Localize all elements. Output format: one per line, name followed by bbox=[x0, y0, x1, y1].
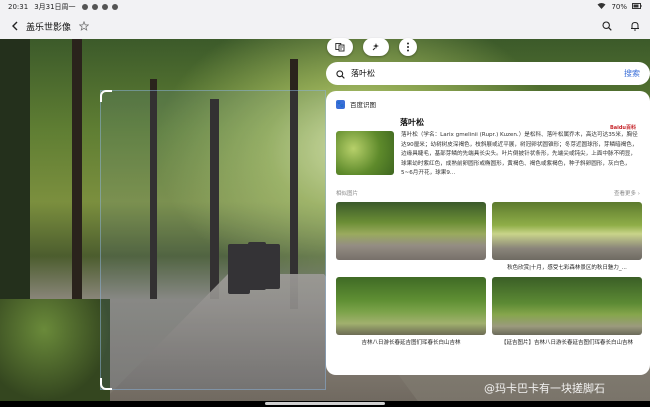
text-extract-icon[interactable] bbox=[327, 38, 353, 56]
similar-image[interactable] bbox=[492, 276, 642, 335]
search-button[interactable]: 搜索 bbox=[624, 68, 640, 79]
similar-image-item[interactable]: 吉林八日游长春延吉图们珲春长白山吉林 bbox=[336, 276, 486, 348]
battery-percent: 70% bbox=[611, 2, 627, 11]
battery-icon bbox=[632, 2, 642, 11]
search-bar[interactable]: 落叶松 搜索 bbox=[326, 62, 650, 85]
more-vert-icon[interactable] bbox=[399, 38, 417, 56]
star-icon[interactable] bbox=[77, 19, 91, 33]
similar-image-item[interactable]: 【延吉图片】吉林八日游长春延吉图们珲春长白山吉林 bbox=[492, 276, 642, 348]
status-bar: 20:31 3月31日周一 70% bbox=[0, 0, 650, 13]
selection-handle-top-left[interactable] bbox=[100, 90, 112, 102]
source-header: 🐾 百度识图 bbox=[336, 99, 640, 109]
search-icon bbox=[336, 64, 345, 83]
notification-icon bbox=[91, 3, 98, 10]
home-indicator[interactable] bbox=[265, 402, 385, 405]
back-icon[interactable] bbox=[8, 19, 22, 33]
watermark-community: 盖乐世社区 bbox=[560, 359, 626, 374]
selection-handle-bottom-left[interactable] bbox=[100, 378, 112, 390]
entry-title[interactable]: 落叶松 bbox=[400, 117, 640, 128]
floating-toolbar bbox=[327, 38, 417, 56]
similar-image-caption: 吉林八日游长春延吉图们珲春长白山吉林 bbox=[361, 339, 461, 346]
status-date: 3月31日周一 bbox=[34, 2, 76, 11]
result-panel: 🐾 百度识图 Baidu百科 落叶松 落叶松（学名：Larix gmelinii… bbox=[326, 91, 650, 375]
similar-image-caption: 【延吉图片】吉林八日游长春延吉图们珲春长白山吉林 bbox=[500, 339, 633, 346]
notification-icons bbox=[81, 3, 118, 10]
baidu-icon: 🐾 bbox=[336, 99, 345, 109]
page-title: 盖乐世影像 bbox=[26, 22, 72, 33]
similar-image-caption: 秋色欣赏|十月，感受七彩森林景区的秋日魅力_... bbox=[507, 264, 627, 271]
notification-icon bbox=[111, 3, 118, 10]
watermark-author: @玛卡巴卡有一块搓脚石 bbox=[484, 382, 605, 395]
search-input[interactable]: 落叶松 bbox=[351, 68, 624, 79]
similar-label: 相似图片 bbox=[336, 190, 359, 197]
notification-icon bbox=[101, 3, 108, 10]
wifi-icon bbox=[597, 2, 606, 11]
similar-image[interactable] bbox=[336, 201, 486, 260]
chevron-right-icon: › bbox=[637, 190, 640, 197]
status-time: 20:31 bbox=[8, 2, 29, 11]
tree-trunk bbox=[72, 39, 82, 299]
baike-logo: Baidu百科 bbox=[609, 125, 636, 131]
selection-box[interactable] bbox=[100, 90, 326, 390]
see-more-link[interactable]: 查看更多 › bbox=[614, 189, 640, 197]
similar-images-grid: 秋色欣赏|十月，感受七彩森林景区的秋日魅力_... 吉林八日游长春延吉图们珲春长… bbox=[336, 201, 642, 348]
entry-card[interactable]: 落叶松（学名：Larix gmelinii (Rupr.) Kuzen.）是松科… bbox=[336, 131, 640, 179]
similar-image-item[interactable] bbox=[336, 201, 486, 273]
search-icon[interactable] bbox=[600, 19, 614, 33]
source-label: 百度识图 bbox=[350, 101, 376, 109]
similar-image-item[interactable]: 秋色欣赏|十月，感受七彩森林景区的秋日魅力_... bbox=[492, 201, 642, 273]
bell-icon[interactable] bbox=[628, 19, 642, 33]
entry-thumbnail[interactable] bbox=[336, 131, 394, 175]
similar-image[interactable] bbox=[336, 276, 486, 335]
notification-icon bbox=[81, 3, 88, 10]
similar-image-caption bbox=[336, 263, 486, 273]
similar-image[interactable] bbox=[492, 201, 642, 260]
app-bar: 盖乐世影像 bbox=[0, 13, 650, 39]
similar-header: 相似图片 查看更多 › bbox=[336, 189, 640, 197]
entry-description: 落叶松（学名：Larix gmelinii (Rupr.) Kuzen.）是松科… bbox=[401, 132, 638, 177]
foliage bbox=[0, 299, 110, 401]
magic-edit-icon[interactable] bbox=[363, 38, 389, 56]
